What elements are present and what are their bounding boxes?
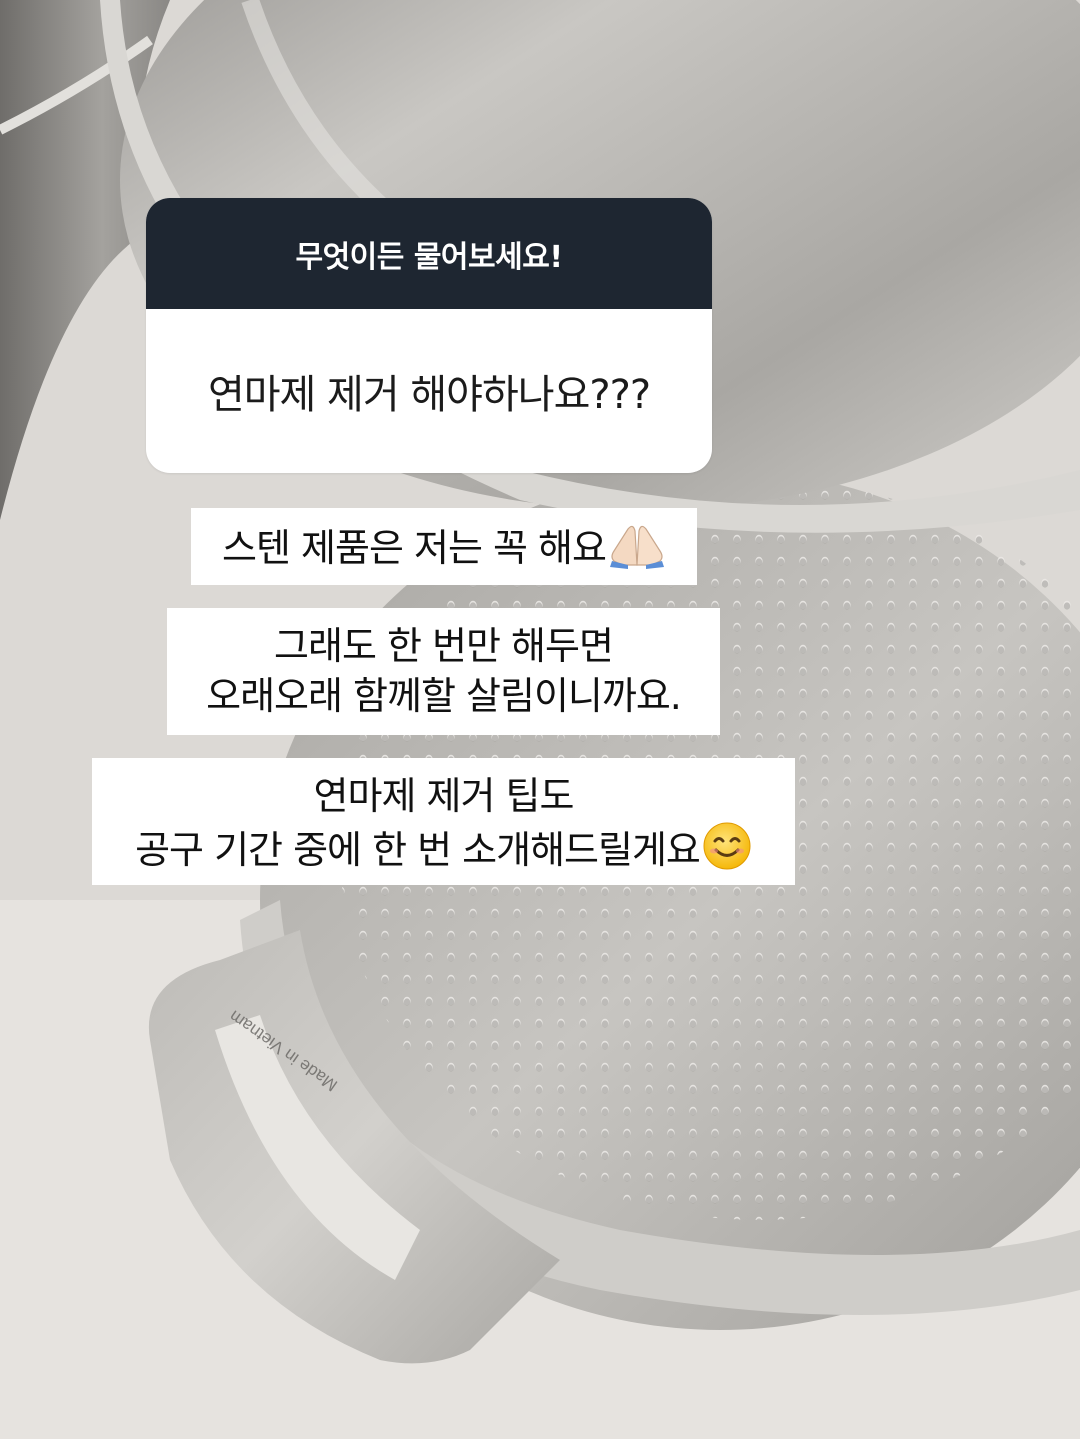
question-prompt: 무엇이든 물어보세요!	[146, 198, 712, 309]
caption-box-3: 연마제 제거 팁도 공구 기간 중에 한 번 소개해드릴게요	[92, 758, 795, 885]
caption-line: 공구 기간 중에 한 번 소개해드릴게요	[92, 821, 795, 883]
caption-line: 스텐 제품은 저는 꼭 해요	[191, 521, 697, 581]
caption-text: 스텐 제품은 저는 꼭 해요	[222, 526, 607, 570]
caption-text: 연마제 제거 팁도	[313, 774, 575, 818]
caption-text: 공구 기간 중에 한 번 소개해드릴게요	[135, 828, 701, 872]
folded-hands-icon	[608, 521, 666, 581]
caption-box-2: 그래도 한 번만 해두면 오래오래 함께할 살림이니까요.	[167, 608, 720, 735]
story-canvas: 무엇이든 물어보세요! 연마제 제거 해야하나요??? 스텐 제품은 저는 꼭 …	[0, 0, 1080, 1439]
question-text: 연마제 제거 해야하나요???	[207, 372, 651, 418]
smiling-face-icon	[702, 821, 752, 883]
caption-text: 오래오래 함께할 살림이니까요.	[206, 674, 682, 718]
caption-box-1: 스텐 제품은 저는 꼭 해요	[191, 508, 697, 585]
question-sticker: 무엇이든 물어보세요! 연마제 제거 해야하나요???	[146, 198, 712, 473]
caption-text: 그래도 한 번만 해두면	[274, 624, 614, 668]
